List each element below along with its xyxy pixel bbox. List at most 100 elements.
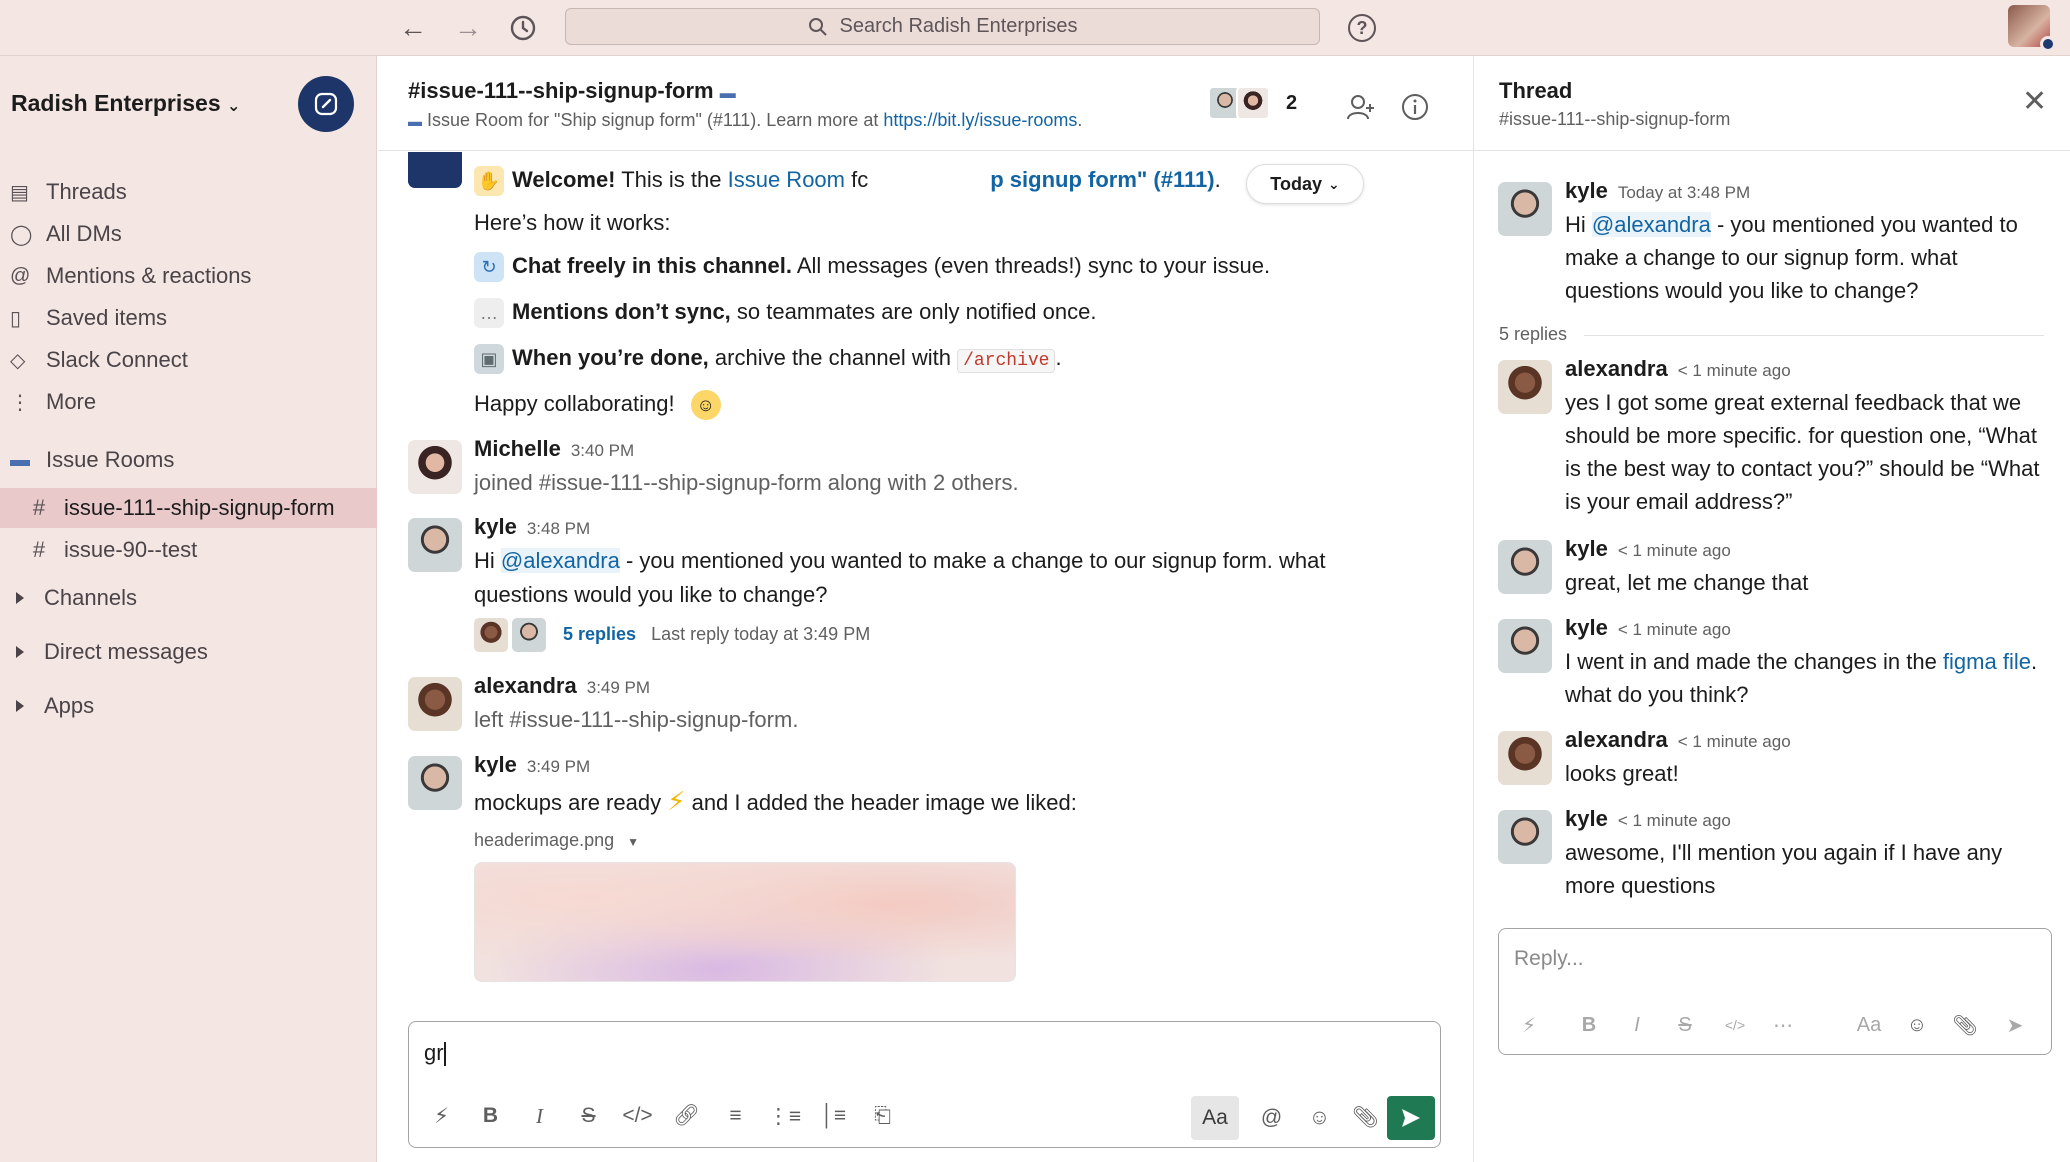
date-divider-button[interactable]: Today ⌄ — [1246, 164, 1364, 204]
timestamp[interactable]: 3:49 PM — [587, 678, 650, 697]
figma-link[interactable]: figma file — [1943, 649, 2031, 674]
sidebar-item-saved[interactable]: ▯ Saved items — [0, 298, 377, 338]
avatar[interactable] — [408, 756, 462, 810]
search-bar[interactable]: Search Radish Enterprises — [565, 8, 1320, 45]
avatar[interactable] — [408, 440, 462, 494]
message-header: kyle 3:49 PM — [474, 752, 590, 778]
code-icon[interactable]: </> — [613, 1094, 662, 1138]
sidebar-channel-issue-90[interactable]: # issue-90--test — [0, 530, 377, 570]
history-icon[interactable] — [505, 10, 541, 46]
author-name[interactable]: kyle — [1565, 806, 1608, 831]
more-options-icon[interactable]: ⋯ — [1763, 1005, 1803, 1045]
thread-panel: Thread #issue-111--ship-signup-form ✕ ky… — [1473, 56, 2070, 1162]
blockquote-icon[interactable]: │≡ — [809, 1094, 858, 1138]
sidebar-group-channels[interactable]: Channels — [0, 578, 377, 618]
code-icon[interactable]: </> — [1715, 1005, 1755, 1045]
channel-title[interactable]: #issue-111--ship-signup-form ▬ — [408, 78, 736, 104]
link-icon[interactable]: 🔗︎ — [662, 1094, 711, 1138]
emoji-icon[interactable]: ☺ — [1295, 1096, 1344, 1140]
message-input[interactable]: gr — [424, 1040, 446, 1067]
help-icon[interactable]: ? — [1348, 14, 1376, 42]
avatar[interactable] — [408, 677, 462, 731]
replies-link[interactable]: 5 replies — [563, 624, 636, 644]
mention-at-icon[interactable]: @ — [1247, 1096, 1296, 1140]
author-name[interactable]: alexandra — [1565, 356, 1668, 381]
workspace-menu[interactable]: Radish Enterprises ⌄ — [11, 90, 240, 117]
strikethrough-icon[interactable]: S — [564, 1094, 613, 1138]
timestamp[interactable]: < 1 minute ago — [1618, 541, 1731, 560]
thread-replies-bar[interactable]: 5 replies Last reply today at 3:49 PM — [474, 618, 870, 652]
author-name[interactable]: kyle — [474, 752, 517, 777]
message-text-part: . — [2030, 649, 2038, 674]
timestamp[interactable]: < 1 minute ago — [1618, 811, 1731, 830]
author-name[interactable]: kyle — [474, 514, 517, 539]
avatar[interactable] — [408, 518, 462, 572]
author-name[interactable]: alexandra — [1565, 727, 1668, 752]
author-name[interactable]: alexandra — [474, 673, 577, 698]
author-name[interactable]: kyle — [1565, 615, 1608, 640]
mention[interactable]: @alexandra — [500, 548, 620, 573]
strikethrough-icon[interactable]: S — [1665, 1005, 1705, 1045]
format-toggle-button[interactable]: Aa — [1191, 1096, 1239, 1140]
compose-button[interactable] — [298, 76, 354, 132]
close-icon[interactable]: ✕ — [2022, 84, 2047, 119]
format-toggle-button[interactable]: Aa — [1849, 1005, 1889, 1045]
sidebar-item-all-dms[interactable]: ◯ All DMs — [0, 214, 377, 254]
ordered-list-icon[interactable]: ≡ — [711, 1094, 760, 1138]
sidebar-item-slack-connect[interactable]: ◇ Slack Connect — [0, 340, 377, 380]
shortcuts-lightning-icon[interactable]: ⚡︎ — [1509, 1005, 1549, 1045]
avatar[interactable] — [1498, 540, 1552, 594]
sidebar-group-apps[interactable]: Apps — [0, 686, 377, 726]
timestamp[interactable]: 3:49 PM — [527, 757, 590, 776]
file-name[interactable]: headerimage.png ▼ — [474, 830, 639, 851]
bold-icon[interactable]: B — [466, 1094, 515, 1138]
avatar[interactable] — [1498, 360, 1552, 414]
members-button[interactable]: 2 — [1208, 86, 1297, 120]
add-person-icon[interactable] — [1344, 90, 1378, 124]
timestamp[interactable]: < 1 minute ago — [1678, 732, 1791, 751]
avatar[interactable] — [1498, 810, 1552, 864]
attachment-icon[interactable]: 📎︎ — [1945, 1005, 1985, 1045]
sidebar-section-issue-rooms[interactable]: ▬ Issue Rooms — [0, 440, 377, 480]
reply-input[interactable]: Reply... — [1514, 947, 1584, 971]
image-attachment[interactable] — [474, 862, 1016, 982]
message-list[interactable]: ✋ Welcome! This is the Issue Room fc p sig… — [378, 152, 1473, 1002]
sidebar-item-more[interactable]: ⋮ More — [0, 382, 377, 422]
code-block-icon[interactable]: ⎗ — [858, 1094, 907, 1138]
timestamp[interactable]: < 1 minute ago — [1618, 620, 1731, 639]
timestamp[interactable]: < 1 minute ago — [1678, 361, 1791, 380]
forward-arrow-icon[interactable]: → — [450, 10, 486, 46]
topic-link[interactable]: https://bit.ly/issue-rooms — [883, 110, 1077, 130]
timestamp[interactable]: 3:48 PM — [527, 519, 590, 538]
avatar[interactable] — [1498, 731, 1552, 785]
back-arrow-icon[interactable]: ← — [395, 10, 431, 46]
message-composer[interactable]: gr ⚡︎ B I S </> 🔗︎ ≡ ⋮≡ │≡ ⎗ Aa @ ☺ 📎︎ — [408, 1021, 1441, 1148]
sidebar-item-mentions[interactable]: @ Mentions & reactions — [0, 256, 377, 296]
author-name[interactable]: Michelle — [474, 436, 561, 461]
avatar[interactable] — [1498, 619, 1552, 673]
reply-composer[interactable]: Reply... ⚡︎ B I S </> ⋯ Aa ☺ 📎︎ ➤ — [1498, 928, 2052, 1055]
italic-icon[interactable]: I — [515, 1094, 564, 1138]
bulleted-list-icon[interactable]: ⋮≡ — [760, 1094, 809, 1138]
author-name[interactable]: kyle — [1565, 178, 1608, 203]
italic-icon[interactable]: I — [1617, 1005, 1657, 1045]
avatar[interactable] — [1498, 182, 1552, 236]
emoji-icon[interactable]: ☺ — [1897, 1005, 1937, 1045]
timestamp[interactable]: Today at 3:48 PM — [1618, 183, 1750, 202]
sidebar-item-label: More — [46, 389, 97, 414]
timestamp[interactable]: 3:40 PM — [571, 441, 634, 460]
shortcuts-lightning-icon[interactable]: ⚡︎ — [417, 1094, 466, 1138]
mention[interactable]: @alexandra — [1591, 212, 1711, 237]
bold-icon[interactable]: B — [1569, 1005, 1609, 1045]
send-button[interactable] — [1387, 1096, 1435, 1140]
info-icon[interactable] — [1398, 90, 1432, 124]
issue-room-link[interactable]: Issue Room — [728, 167, 845, 192]
issue-link[interactable]: p signup form" (#111) — [990, 167, 1214, 192]
send-icon[interactable]: ➤ — [1995, 1005, 2035, 1045]
sidebar-channel-issue-111[interactable]: # issue-111--ship-signup-form — [0, 488, 377, 528]
thread-channel[interactable]: #issue-111--ship-signup-form — [1499, 109, 1730, 130]
sidebar-group-dms[interactable]: Direct messages — [0, 632, 377, 672]
author-name[interactable]: kyle — [1565, 536, 1608, 561]
attachment-icon[interactable]: 📎︎ — [1341, 1096, 1390, 1140]
sidebar-item-threads[interactable]: ▤ Threads — [0, 172, 377, 212]
